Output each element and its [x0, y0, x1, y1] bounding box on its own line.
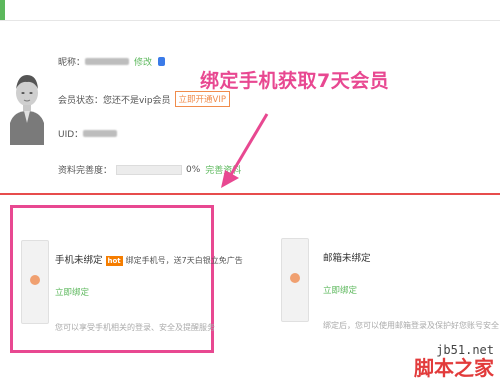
completeness-value: 0% [186, 164, 201, 175]
site-watermark: jb51.net 脚本之家 [414, 343, 494, 379]
member-status-row: 会员状态：您还不是vip会员 立即开通VIP [58, 91, 230, 107]
email-icon [281, 238, 309, 322]
annotation-arrow-icon [221, 113, 269, 188]
completeness-label: 资料完善度： [58, 166, 113, 176]
bind-phone-link[interactable]: 立即绑定 [55, 286, 89, 298]
nickname-row: 昵称： 修改 [58, 55, 166, 68]
bind-email-link[interactable]: 立即绑定 [323, 284, 357, 296]
hot-badge: hot [105, 256, 123, 266]
watermark-name: 脚本之家 [414, 356, 494, 380]
phone-binding-description: 您可以享受手机相关的登录、安全及提醒服务 [55, 323, 215, 332]
completeness-progress-bar [116, 164, 183, 175]
email-binding-description: 绑定后，您可以使用邮箱登录及保护好您账号安全 [323, 321, 499, 330]
member-status-label: 会员状态：您还不是vip会员 [58, 95, 171, 106]
annotation-text: 绑定手机获取7天会员 [200, 70, 390, 92]
uid-row: UID： [58, 127, 118, 140]
top-bar-accent [0, 0, 5, 20]
uid-label: UID： [58, 130, 84, 140]
nickname-value [85, 58, 130, 65]
phone-binding-promo: 绑定手机号，送7天白银立免广告 [125, 256, 243, 265]
top-bar [0, 0, 500, 21]
nickname-label: 昵称： [58, 58, 86, 68]
email-binding-title: 邮箱未绑定 [323, 253, 371, 264]
watermark-url: jb51.net [436, 343, 494, 357]
email-binding-card: 邮箱未绑定 立即绑定 绑定后，您可以使用邮箱登录及保护好您账号安全 [270, 205, 500, 353]
uid-value [83, 130, 118, 137]
edit-nickname-link[interactable]: 修改 [134, 55, 152, 68]
phone-binding-title-row: 手机未绑定 hot 绑定手机号，送7天白银立免广告 [55, 252, 243, 266]
section-divider [0, 193, 500, 195]
avatar[interactable] [10, 63, 44, 159]
phone-binding-title: 手机未绑定 [55, 255, 103, 266]
open-vip-button[interactable]: 立即开通VIP [174, 91, 230, 107]
verified-icon [158, 57, 166, 66]
phone-binding-card: 手机未绑定 hot 绑定手机号，送7天白银立免广告 立即绑定 您可以享受手机相关的登… [10, 205, 243, 353]
completeness-row: 资料完善度： 0% 完善资料 [58, 163, 241, 176]
phone-icon [21, 240, 49, 324]
